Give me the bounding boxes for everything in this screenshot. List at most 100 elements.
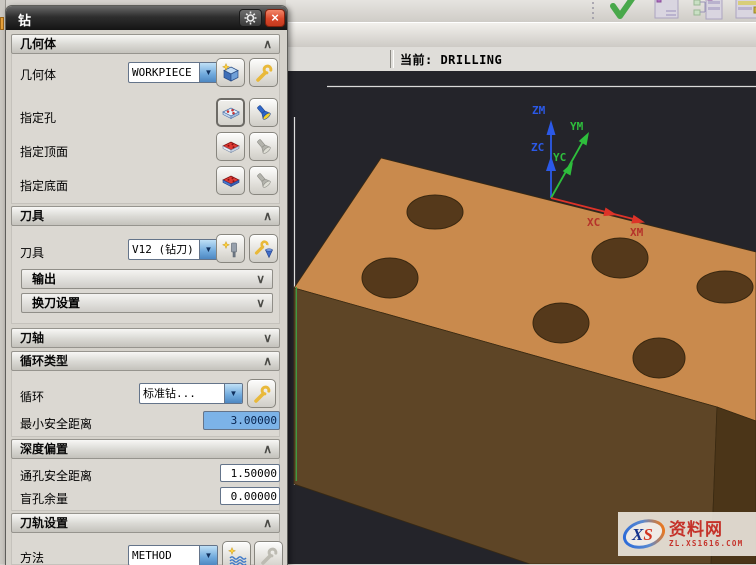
geometry-combo-value: WORKPIECE (129, 63, 199, 82)
method-combo[interactable]: METHOD ▼ (128, 545, 218, 565)
drill-hole[interactable] (633, 338, 685, 378)
nx-cam-screen: 当前: DRILLING ZM ZC (0, 0, 756, 564)
expand-chevron-icon: ∨ (256, 294, 265, 312)
drill-hole[interactable] (592, 238, 648, 278)
tool-combo[interactable]: V12 (钻刀) ▼ (128, 239, 218, 260)
yc-axis-label: YC (553, 151, 566, 164)
bottom-face-plate-icon (221, 171, 241, 191)
drill-dialog: 钻 × 几何体 ∧ 几何体 WORKPIECE (5, 5, 288, 565)
statusbar-separator (390, 50, 394, 68)
geometry-combo[interactable]: WORKPIECE ▼ (128, 62, 218, 83)
current-operation-text: 当前: DRILLING (400, 51, 502, 68)
current-operation-bar: 当前: DRILLING (286, 47, 756, 73)
top-toolbar (286, 0, 756, 23)
cycle-label: 循环 (20, 388, 44, 405)
new-method-button[interactable] (222, 541, 251, 565)
new-tool-button[interactable] (216, 234, 245, 263)
edit-cycle-button[interactable] (247, 379, 276, 408)
collapse-chevron-icon: ∧ (263, 35, 272, 53)
toolbar-grip-handle[interactable] (590, 0, 596, 20)
watermark-logo-icon: XS (621, 515, 667, 553)
subsection-output[interactable]: 输出 ∨ (21, 269, 273, 289)
dialog-titlebar[interactable]: 钻 × (6, 6, 287, 30)
chevron-down-icon[interactable]: ▼ (224, 384, 242, 403)
through-clearance-input[interactable]: 1.50000 (220, 464, 280, 482)
specify-bottom-label: 指定底面 (20, 177, 68, 194)
section-header-tool-axis[interactable]: 刀轴 ∨ (11, 328, 280, 348)
section-header-path-settings[interactable]: 刀轨设置 ∧ (11, 513, 280, 533)
tool-combo-value: V12 (钻刀) (129, 240, 199, 259)
new-method-icon (227, 546, 247, 565)
specify-holes-label: 指定孔 (20, 109, 56, 126)
wrench-tool-icon (254, 239, 274, 259)
min-clearance-label: 最小安全距离 (20, 415, 92, 432)
flashlight-disabled-icon (254, 171, 274, 191)
collapse-chevron-icon: ∧ (263, 514, 272, 532)
min-clearance-input[interactable]: 3.00000 (203, 411, 280, 430)
drill-hole[interactable] (362, 258, 418, 298)
new-tool-icon (221, 239, 241, 259)
cycle-combo[interactable]: 标准钻... ▼ (139, 383, 243, 404)
zc-axis-label: ZC (531, 141, 544, 154)
new-geometry-button[interactable] (216, 58, 245, 87)
cycle-combo-value: 标准钻... (140, 384, 224, 403)
collapse-chevron-icon: ∧ (263, 352, 272, 370)
new-geometry-icon (221, 63, 241, 83)
watermark-site-name: 资料网 (669, 521, 743, 538)
geometry-label: 几何体 (20, 66, 56, 83)
toolbar-window-icon[interactable] (652, 0, 682, 22)
watermark-site-url: ZL.XS1616.COM (669, 540, 743, 548)
dialog-settings-button[interactable] (239, 9, 262, 27)
flashlight-icon (254, 103, 274, 123)
drill-hole[interactable] (407, 195, 463, 229)
edit-method-button[interactable] (254, 541, 283, 565)
method-label: 方法 (20, 549, 44, 565)
ym-axis-label: YM (570, 120, 584, 133)
wrench-icon (252, 384, 272, 404)
drill-hole[interactable] (697, 271, 753, 303)
toolbar-list-icon[interactable] (734, 0, 756, 22)
subsection-tool-change[interactable]: 换刀设置 ∨ (21, 293, 273, 313)
gear-icon (240, 10, 261, 26)
zm-axis-label: ZM (532, 104, 546, 117)
xm-axis-label: XM (630, 226, 644, 239)
xc-axis-label: XC (587, 216, 600, 229)
chevron-down-icon[interactable]: ▼ (199, 240, 217, 259)
section-header-cycle-type[interactable]: 循环类型 ∧ (11, 351, 280, 371)
chevron-down-icon[interactable]: ▼ (199, 63, 217, 82)
toolbar-structure-icon[interactable] (692, 0, 722, 22)
wrench-icon (254, 63, 274, 83)
blind-stock-label: 盲孔余量 (20, 490, 68, 507)
dialog-close-button[interactable]: × (265, 9, 285, 27)
flashlight-top-button[interactable] (249, 132, 278, 161)
watermark: XS 资料网 ZL.XS1616.COM (618, 512, 756, 556)
specify-bottom-button[interactable] (216, 166, 245, 195)
background-window-chip (0, 17, 4, 30)
chevron-down-icon[interactable]: ▼ (199, 546, 217, 565)
section-header-depth-offset[interactable]: 深度偏置 ∧ (11, 439, 280, 459)
collapse-chevron-icon: ∧ (263, 440, 272, 458)
specify-top-label: 指定顶面 (20, 143, 68, 160)
edit-geometry-button[interactable] (249, 58, 278, 87)
watermark-x: X (631, 525, 644, 544)
specify-holes-button[interactable] (216, 98, 245, 127)
method-combo-value: METHOD (129, 546, 199, 565)
toolbar-spacer-strip (286, 22, 756, 48)
confirm-check-icon[interactable] (608, 0, 638, 22)
expand-chevron-icon: ∨ (256, 270, 265, 288)
drill-hole[interactable] (533, 303, 589, 343)
graphics-viewport[interactable]: ZM ZC YM YC XC XM (286, 71, 756, 564)
section-header-tool[interactable]: 刀具 ∧ (11, 206, 280, 226)
through-clearance-label: 通孔安全距离 (20, 467, 92, 484)
flashlight-bottom-button[interactable] (249, 166, 278, 195)
edit-tool-button[interactable] (249, 234, 278, 263)
specify-top-button[interactable] (216, 132, 245, 161)
collapse-chevron-icon: ∧ (263, 207, 272, 225)
close-icon: × (271, 10, 279, 25)
wrench-disabled-icon (259, 546, 279, 565)
flashlight-holes-button[interactable] (249, 98, 278, 127)
section-header-geometry[interactable]: 几何体 ∧ (11, 34, 280, 54)
holes-plate-icon (221, 103, 241, 123)
top-face-plate-icon (221, 137, 241, 157)
blind-stock-input[interactable]: 0.00000 (220, 487, 280, 505)
